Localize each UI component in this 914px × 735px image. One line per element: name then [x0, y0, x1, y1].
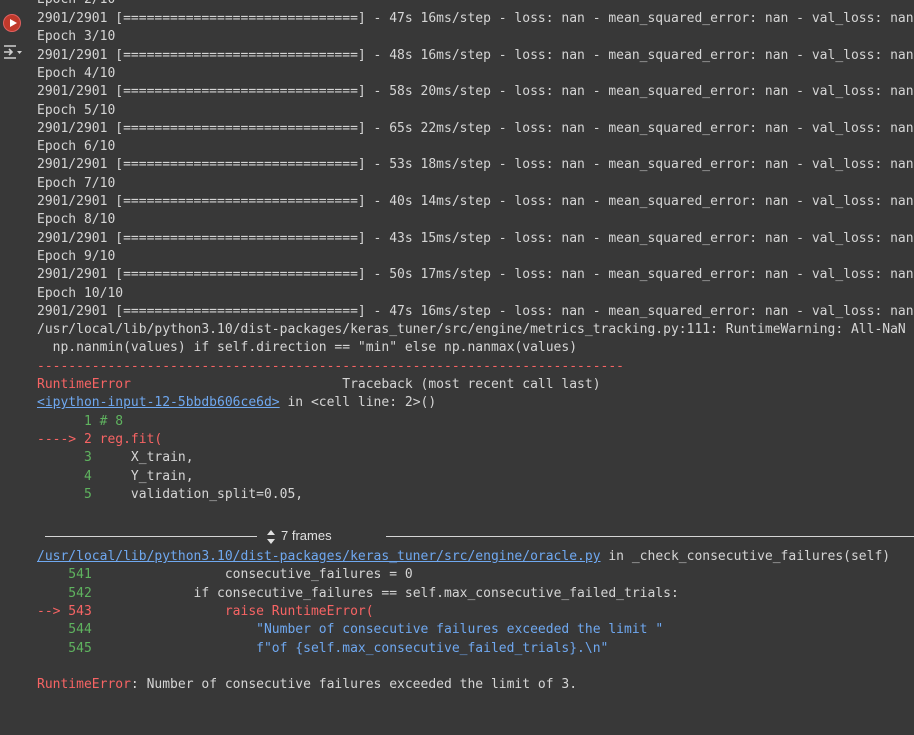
- epoch-line: Epoch 2/10: [37, 0, 115, 9]
- frames-divider-right: [386, 536, 914, 537]
- progress-line: 2901/2901 [=============================…: [37, 156, 914, 174]
- epoch-label: Epoch 5/10: [37, 102, 116, 118]
- line-number: 5: [37, 486, 100, 502]
- dashes: ----------------------------------------…: [37, 358, 624, 374]
- code-text: raise RuntimeError(: [99, 603, 374, 619]
- final-error-message: : Number of consecutive failures exceede…: [130, 677, 578, 693]
- cell-location: in <cell line: 2>(): [279, 395, 437, 411]
- epoch-label: Epoch 9/10: [37, 248, 116, 264]
- code-line: 4 Y_train,: [37, 468, 194, 486]
- code-text: consecutive_failures = 0: [99, 567, 413, 583]
- progress-line: 2901/2901 [=============================…: [37, 230, 914, 248]
- epoch-label: Epoch 7/10: [37, 175, 116, 191]
- output-menu-icon[interactable]: [2, 42, 24, 62]
- progress-log: 2901/2901 [=============================…: [37, 84, 914, 100]
- traceback-location: <ipython-input-12-5bbdb606ce6d> in <cell…: [37, 394, 436, 412]
- epoch-line: Epoch 9/10: [37, 248, 115, 266]
- code-text: Y_train,: [99, 468, 194, 484]
- code-text: "Number of consecutive failures exceeded…: [99, 622, 664, 638]
- collapsed-frames-toggle[interactable]: 7 frames: [262, 526, 336, 546]
- code-line: 5 validation_split=0.05,: [37, 486, 303, 504]
- warning-text: /usr/local/lib/python3.10/dist-packages/…: [37, 322, 914, 338]
- warning-code: np.nanmin(values) if self.direction == "…: [37, 340, 578, 356]
- cell-gutter: [0, 0, 28, 735]
- code-line: 3 X_train,: [37, 449, 194, 467]
- frames-divider-left: [45, 536, 257, 537]
- error-name: RuntimeError: [37, 377, 131, 392]
- expand-icon: [267, 529, 275, 544]
- epoch-label: Epoch 6/10: [37, 139, 116, 155]
- progress-log: 2901/2901 [=============================…: [37, 194, 914, 209]
- epoch-line: Epoch 5/10: [37, 102, 115, 120]
- progress-line: 2901/2901 [=============================…: [37, 120, 914, 138]
- frames-label: 7 frames: [281, 528, 332, 543]
- final-error-name: RuntimeError: [37, 677, 131, 693]
- cell-output: Epoch 2/10 2901/2901 [==================…: [37, 0, 914, 735]
- run-cell-icon[interactable]: [3, 14, 21, 32]
- progress-line: 2901/2901 [=============================…: [37, 303, 914, 321]
- progress-line: 2901/2901 [=============================…: [37, 47, 914, 65]
- line-number: 4: [37, 468, 100, 484]
- code-line: 1 # 8: [37, 413, 123, 431]
- traceback-dashes: ----------------------------------------…: [37, 358, 624, 376]
- code-text: f"of {self.max_consecutive_failed_trials…: [99, 640, 609, 656]
- epoch-line: Epoch 7/10: [37, 175, 115, 193]
- traceback-title: Traceback (most recent call last): [130, 377, 601, 392]
- code-text: X_train,: [99, 450, 194, 466]
- epoch-line: Epoch 10/10: [37, 285, 123, 303]
- progress-log: 2901/2901 [=============================…: [37, 120, 914, 136]
- progress-log: 2901/2901 [=============================…: [37, 303, 914, 319]
- line-number: 3: [37, 450, 100, 466]
- oracle-location: in _check_consecutive_failures(self): [600, 549, 891, 564]
- progress-log: 2901/2901 [=============================…: [37, 157, 914, 173]
- epoch-label: Epoch 8/10: [37, 212, 116, 228]
- code-line: 544 "Number of consecutive failures exce…: [37, 621, 663, 639]
- final-error: RuntimeError: Number of consecutive fail…: [37, 676, 577, 694]
- epoch-label: Epoch 10/10: [37, 285, 124, 301]
- epoch-line: Epoch 6/10: [37, 138, 115, 156]
- epoch-label: Epoch 3/10: [37, 29, 116, 45]
- epoch-line: Epoch 4/10: [37, 65, 115, 83]
- warning-line: /usr/local/lib/python3.10/dist-packages/…: [37, 321, 914, 339]
- code-line: 541 consecutive_failures = 0: [37, 566, 413, 584]
- line-number: 544: [37, 622, 100, 638]
- progress-line: 2901/2901 [=============================…: [37, 10, 914, 28]
- warning-line: np.nanmin(values) if self.direction == "…: [37, 339, 577, 357]
- line-number: 1: [37, 413, 100, 429]
- cell-link[interactable]: <ipython-input-12-5bbdb606ce6d>: [37, 395, 280, 410]
- epoch-label: Epoch 4/10: [37, 65, 116, 81]
- code-text: # 8: [99, 413, 124, 429]
- progress-log: 2901/2901 [=============================…: [37, 11, 914, 26]
- line-number: 542: [37, 585, 100, 601]
- progress-log: 2901/2901 [=============================…: [37, 267, 914, 283]
- traceback-header: RuntimeError Traceback (most recent call…: [37, 376, 601, 394]
- line-number: --> 543: [37, 603, 100, 619]
- progress-line: 2901/2901 [=============================…: [37, 83, 914, 101]
- line-number: 545: [37, 640, 100, 656]
- code-line: 542 if consecutive_failures == self.max_…: [37, 585, 679, 603]
- progress-line: 2901/2901 [=============================…: [37, 193, 914, 211]
- code-line: 545 f"of {self.max_consecutive_failed_tr…: [37, 640, 608, 658]
- code-text: reg.fit(: [99, 431, 163, 447]
- epoch-line: Epoch 3/10: [37, 28, 115, 46]
- epoch-line: Epoch 8/10: [37, 211, 115, 229]
- traceback-location: /usr/local/lib/python3.10/dist-packages/…: [37, 548, 890, 566]
- oracle-link[interactable]: /usr/local/lib/python3.10/dist-packages/…: [37, 549, 601, 564]
- code-line: --> 543 raise RuntimeError(: [37, 603, 374, 621]
- code-text: validation_split=0.05,: [99, 486, 304, 502]
- code-line: ----> 2 reg.fit(: [37, 431, 162, 449]
- code-text: if consecutive_failures == self.max_cons…: [99, 585, 679, 601]
- progress-log: 2901/2901 [=============================…: [37, 230, 914, 246]
- progress-log: 2901/2901 [=============================…: [37, 47, 914, 63]
- progress-line: 2901/2901 [=============================…: [37, 266, 914, 284]
- line-number: ----> 2: [37, 431, 100, 447]
- line-number: 541: [37, 567, 100, 583]
